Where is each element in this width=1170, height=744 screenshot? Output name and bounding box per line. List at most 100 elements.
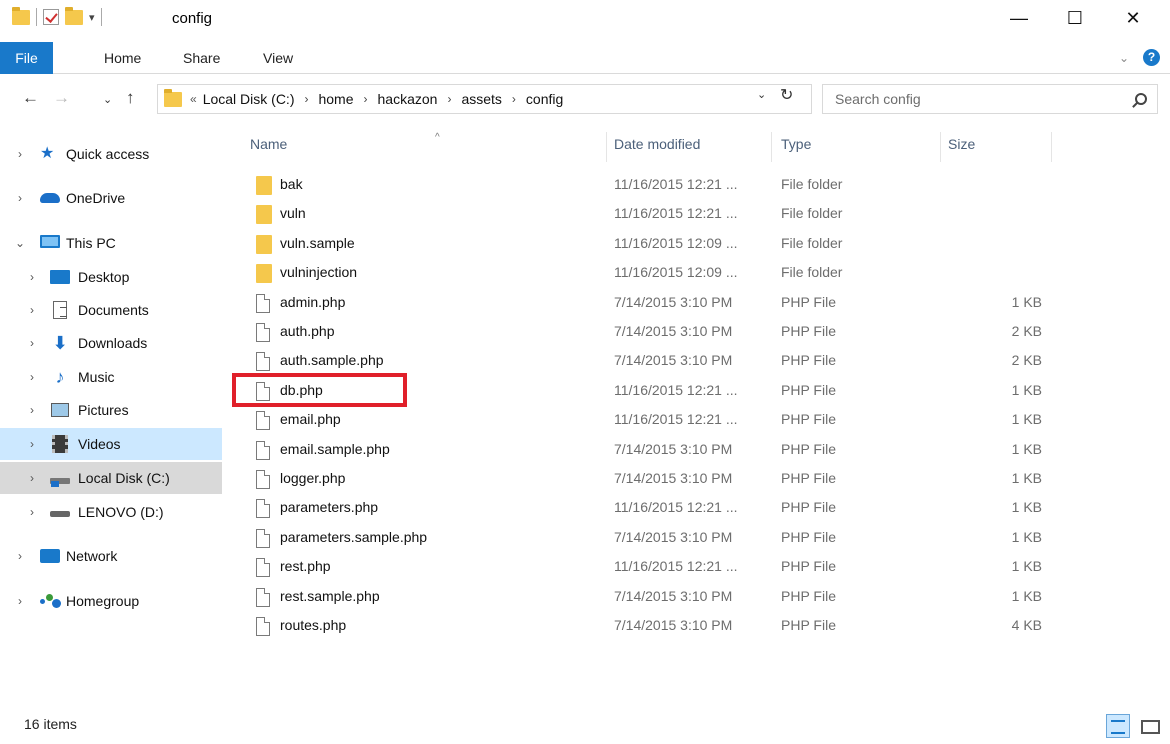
drive-icon xyxy=(50,503,70,521)
column-divider[interactable] xyxy=(771,132,772,162)
table-row[interactable]: email.php 11/16/2015 12:21 ... PHP File 1 K… xyxy=(250,406,1150,435)
back-icon[interactable]: ← xyxy=(22,88,39,108)
table-row[interactable]: routes.php 7/14/2015 3:10 PM PHP File 4 KB xyxy=(250,612,1150,641)
details-view-icon[interactable] xyxy=(1106,714,1130,738)
breadcrumb-item[interactable]: hackazon xyxy=(378,91,438,107)
forward-icon[interactable]: → xyxy=(53,88,70,108)
column-header-label: Name xyxy=(250,136,288,152)
navigation-pane: › ★ Quick access › OneDrive ⌄ This PC › … xyxy=(0,124,225,708)
up-icon[interactable]: ↑ xyxy=(126,88,135,108)
minimize-button[interactable]: — xyxy=(996,0,1042,36)
breadcrumb-separator-icon[interactable]: › xyxy=(304,92,308,106)
expand-chevron-icon[interactable]: › xyxy=(26,505,38,519)
column-divider[interactable] xyxy=(606,132,607,162)
nav-item-homegroup[interactable]: › Homegroup xyxy=(0,585,222,617)
table-row[interactable]: parameters.php 11/16/2015 12:21 ... PHP Fi… xyxy=(250,494,1150,523)
tab-file[interactable]: File xyxy=(0,42,53,74)
breadcrumb-overflow[interactable]: « xyxy=(190,92,197,106)
expand-ribbon-icon[interactable]: ⌄ xyxy=(1119,51,1129,65)
help-icon[interactable]: ? xyxy=(1143,49,1160,66)
recent-locations-icon[interactable]: ⌄ xyxy=(103,93,112,106)
table-row[interactable]: vuln 11/16/2015 12:21 ... File folder xyxy=(250,200,1150,229)
nav-item-pictures[interactable]: › Pictures xyxy=(0,394,222,426)
nav-item-downloads[interactable]: › ⬇ Downloads xyxy=(0,327,222,359)
new-folder-icon[interactable] xyxy=(65,6,83,25)
maximize-button[interactable]: ☐ xyxy=(1052,0,1098,36)
file-name: vuln.sample xyxy=(280,235,355,251)
nav-item-lenovo-drive[interactable]: › LENOVO (D:) xyxy=(0,496,222,528)
file-size: 1 KB xyxy=(1011,441,1042,457)
expand-chevron-icon[interactable]: › xyxy=(14,191,26,205)
breadcrumb-item[interactable]: config xyxy=(526,91,563,107)
breadcrumb-item[interactable]: assets xyxy=(461,91,501,107)
column-header-name[interactable]: ^ Name xyxy=(250,132,610,176)
search-input[interactable]: Search config xyxy=(822,84,1158,114)
table-row[interactable]: auth.sample.php 7/14/2015 3:10 PM PHP File… xyxy=(250,347,1150,376)
quick-access-toolbar: ▾ xyxy=(12,6,102,26)
expand-chevron-icon[interactable]: › xyxy=(26,303,38,317)
nav-item-videos[interactable]: › Videos xyxy=(0,428,222,460)
breadcrumb-separator-icon[interactable]: › xyxy=(447,92,451,106)
file-type: PHP File xyxy=(781,588,836,604)
table-row[interactable]: vulninjection 11/16/2015 12:09 ... File fo… xyxy=(250,259,1150,288)
expand-chevron-icon[interactable]: › xyxy=(26,336,38,350)
nav-item-local-disk[interactable]: › Local Disk (C:) xyxy=(0,462,222,494)
tab-share[interactable]: Share xyxy=(183,42,220,74)
expand-chevron-icon[interactable]: › xyxy=(26,403,38,417)
file-name: email.php xyxy=(280,411,341,427)
breadcrumb-separator-icon[interactable]: › xyxy=(512,92,516,106)
file-icon xyxy=(256,499,270,518)
table-row[interactable]: parameters.sample.php 7/14/2015 3:10 PM PH… xyxy=(250,524,1150,553)
nav-item-label: Videos xyxy=(78,436,121,452)
tab-view[interactable]: View xyxy=(263,42,293,74)
computer-icon xyxy=(40,234,60,252)
nav-item-music[interactable]: › ♪ Music xyxy=(0,361,222,393)
breadcrumb-item[interactable]: home xyxy=(318,91,353,107)
nav-item-this-pc[interactable]: ⌄ This PC xyxy=(0,227,222,259)
expand-chevron-icon[interactable]: › xyxy=(26,370,38,384)
expand-chevron-icon[interactable]: › xyxy=(14,594,26,608)
nav-item-network[interactable]: › Network xyxy=(0,540,222,572)
tab-home[interactable]: Home xyxy=(104,42,141,74)
folder-icon xyxy=(256,176,272,195)
column-header-date[interactable]: Date modified xyxy=(614,136,774,176)
collapse-chevron-icon[interactable]: ⌄ xyxy=(14,236,26,250)
close-button[interactable]: ✕ xyxy=(1110,0,1156,36)
search-icon[interactable] xyxy=(1135,93,1147,105)
breadcrumb-separator-icon[interactable]: › xyxy=(364,92,368,106)
window-title: config xyxy=(172,10,213,27)
file-name: parameters.php xyxy=(280,499,379,515)
refresh-icon[interactable]: ↻ xyxy=(780,85,793,105)
file-type: PHP File xyxy=(781,441,836,457)
column-header-type[interactable]: Type xyxy=(781,136,941,176)
expand-chevron-icon[interactable]: › xyxy=(14,147,26,161)
table-row[interactable]: admin.php 7/14/2015 3:10 PM PHP File 1 KB xyxy=(250,289,1150,318)
table-row[interactable]: vuln.sample 11/16/2015 12:09 ... File fold… xyxy=(250,230,1150,259)
expand-chevron-icon[interactable]: › xyxy=(14,549,26,563)
expand-chevron-icon[interactable]: › xyxy=(26,471,38,485)
table-row[interactable]: logger.php 7/14/2015 3:10 PM PHP File 1 KB xyxy=(250,465,1150,494)
folder-icon[interactable] xyxy=(12,6,30,25)
column-header-size[interactable]: Size xyxy=(948,136,1048,176)
file-date-modified: 7/14/2015 3:10 PM xyxy=(614,529,733,545)
table-row[interactable]: rest.sample.php 7/14/2015 3:10 PM PHP File… xyxy=(250,583,1150,612)
nav-item-documents[interactable]: › Documents xyxy=(0,294,222,326)
customize-toolbar-dropdown-icon[interactable]: ▾ xyxy=(89,11,95,24)
address-bar[interactable]: « Local Disk (C:) › home › hackazon › as… xyxy=(157,84,812,114)
nav-item-onedrive[interactable]: › OneDrive xyxy=(0,182,222,214)
breadcrumb-item[interactable]: Local Disk (C:) xyxy=(203,91,295,107)
column-divider[interactable] xyxy=(1051,132,1052,162)
table-row[interactable]: rest.php 11/16/2015 12:21 ... PHP File 1 KB xyxy=(250,553,1150,582)
properties-icon[interactable] xyxy=(43,9,59,25)
table-row[interactable]: auth.php 7/14/2015 3:10 PM PHP File 2 KB xyxy=(250,318,1150,347)
table-row[interactable]: email.sample.php 7/14/2015 3:10 PM PHP Fil… xyxy=(250,436,1150,465)
expand-chevron-icon[interactable]: › xyxy=(26,270,38,284)
title-bar: ▾ config — ☐ ✕ xyxy=(0,0,1170,40)
table-row[interactable]: bak 11/16/2015 12:21 ... File folder xyxy=(250,171,1150,200)
nav-item-desktop[interactable]: › Desktop xyxy=(0,261,222,293)
large-icons-view-icon[interactable] xyxy=(1138,714,1162,738)
column-divider[interactable] xyxy=(940,132,941,162)
expand-chevron-icon[interactable]: › xyxy=(26,437,38,451)
nav-item-quick-access[interactable]: › ★ Quick access xyxy=(0,138,222,170)
address-dropdown-icon[interactable]: ⌄ xyxy=(757,88,766,101)
